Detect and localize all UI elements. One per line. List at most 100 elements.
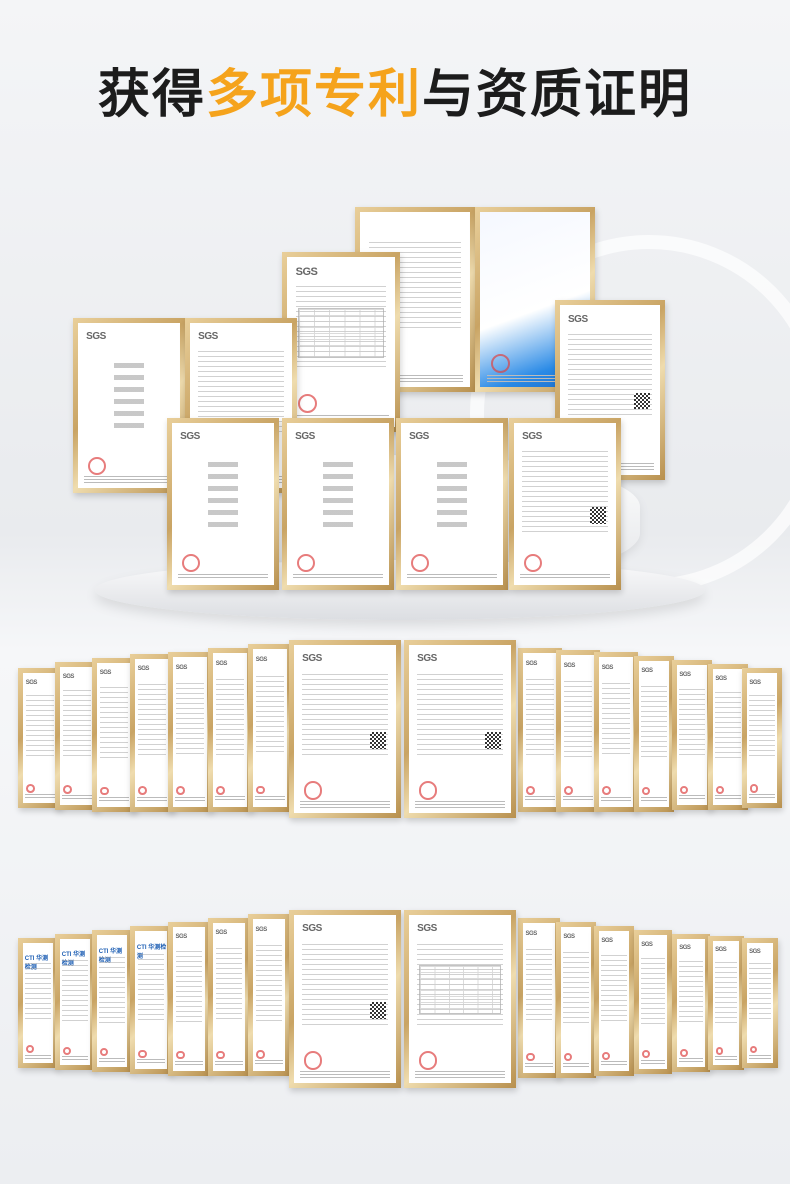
certificate-frame: SGS xyxy=(289,640,401,818)
footer-text xyxy=(600,1061,628,1067)
seal-stamp xyxy=(100,1048,109,1057)
seal-stamp xyxy=(182,553,201,573)
sgs-logo: SGS xyxy=(295,431,315,443)
certificate-frame: SGS xyxy=(634,656,674,812)
footer-text xyxy=(563,796,593,803)
text-lines xyxy=(215,679,245,757)
certificate-paper: SGS xyxy=(97,663,131,807)
qr-code xyxy=(369,1002,386,1019)
footer-text xyxy=(601,796,631,803)
certificate-paper: SGS xyxy=(294,645,396,813)
certificate-paper: CTI 华测检测 xyxy=(135,931,167,1069)
certificate-frame: SGS xyxy=(208,918,250,1076)
seal-stamp xyxy=(100,786,110,796)
text-lines xyxy=(679,960,703,1025)
certificate-paper: SGS xyxy=(213,923,245,1071)
certificate-paper: SGS xyxy=(253,649,287,807)
seal-stamp xyxy=(750,784,759,793)
certificate-paper: SGS xyxy=(747,943,773,1063)
sgs-logo: SGS xyxy=(302,653,322,665)
certificate-paper: SGS xyxy=(401,423,503,585)
footer-text xyxy=(99,796,129,803)
certificate-paper: SGS xyxy=(409,915,511,1083)
text-lines xyxy=(62,960,88,1024)
seal-stamp xyxy=(602,786,612,795)
sgs-logo: SGS xyxy=(175,664,188,671)
seal-stamp xyxy=(63,1046,72,1055)
certificate-frame: SGS xyxy=(168,652,212,812)
seal-stamp xyxy=(216,785,226,795)
certificate-frame: SGS xyxy=(556,922,596,1078)
seal-stamp xyxy=(679,1048,688,1057)
certificate-paper: SGS xyxy=(294,915,396,1083)
certificate-paper: SGS xyxy=(253,919,285,1071)
seal-stamp xyxy=(642,787,651,796)
footer-text xyxy=(407,573,497,581)
qr-code xyxy=(484,732,501,749)
certificate-paper: SGS xyxy=(523,653,557,807)
text-lines xyxy=(641,957,665,1025)
flow-chart xyxy=(113,362,145,429)
sgs-logo: SGS xyxy=(601,938,613,944)
sgs-logo: SGS xyxy=(86,331,106,343)
certificate-paper: SGS xyxy=(409,645,511,813)
seal-stamp xyxy=(176,786,186,795)
text-lines xyxy=(255,675,285,755)
footer-text xyxy=(415,1071,505,1078)
text-lines xyxy=(255,944,283,1021)
certificate-paper: SGS xyxy=(677,939,705,1067)
certificate-frame: SGS xyxy=(672,660,712,810)
sgs-logo: SGS xyxy=(563,662,576,669)
title-part-2: 与资质证明 xyxy=(422,65,693,125)
footer-text xyxy=(25,793,55,800)
sgs-logo: SGS xyxy=(563,934,575,941)
seal-stamp xyxy=(564,786,574,795)
sgs-logo: SGS xyxy=(255,656,268,663)
certificate-frame: SGS xyxy=(208,648,252,812)
sgs-logo: SGS xyxy=(715,947,727,954)
certificate-frame: SGS xyxy=(672,934,710,1072)
certificate-paper: SGS xyxy=(173,927,205,1071)
seal-stamp xyxy=(26,783,36,793)
sgs-logo: SGS xyxy=(679,945,691,952)
sgs-logo: SGS xyxy=(641,668,653,675)
certificate-frame: SGS xyxy=(282,418,394,590)
footer-text xyxy=(748,1054,772,1060)
certificate-paper: SGS xyxy=(60,667,94,805)
seal-stamp xyxy=(524,553,543,573)
footer-text xyxy=(300,1071,390,1078)
certificate-paper: SGS xyxy=(639,661,669,807)
seal-stamp xyxy=(26,1045,35,1054)
footer-text xyxy=(300,801,390,808)
certificate-paper: SGS xyxy=(599,657,633,807)
seal-stamp xyxy=(297,553,316,573)
page-title: 获得多项专利与资质证明 xyxy=(0,52,790,127)
text-lines xyxy=(137,684,167,759)
seal-stamp xyxy=(138,1049,147,1058)
footer-text xyxy=(84,476,174,484)
text-lines xyxy=(715,962,737,1025)
sgs-logo: SGS xyxy=(601,664,614,671)
sgs-logo: SGS xyxy=(749,679,761,686)
certificate-paper: SGS xyxy=(514,423,616,585)
flow-chart xyxy=(322,461,354,527)
sgs-logo: SGS xyxy=(417,923,437,935)
certificate-paper: SGS xyxy=(639,935,667,1069)
certificate-frame: SGS xyxy=(594,652,638,812)
certificate-frame: CTI 华测检测 xyxy=(92,930,132,1072)
sgs-logo: SGS xyxy=(137,666,150,673)
footer-text xyxy=(136,1059,166,1065)
seal-stamp xyxy=(419,781,438,800)
certificate-paper: SGS xyxy=(287,257,395,427)
sgs-logo: SGS xyxy=(198,331,218,343)
text-lines xyxy=(715,692,741,761)
certificate-paper: CTI 华测检测 xyxy=(23,943,53,1063)
seal-stamp xyxy=(419,1051,438,1070)
sgs-logo: SGS xyxy=(409,431,429,443)
sgs-logo: SGS xyxy=(641,941,653,948)
seal-stamp xyxy=(749,1045,758,1054)
title-part-1: 获得 xyxy=(97,65,206,125)
seal-stamp xyxy=(602,1051,611,1060)
seal-stamp xyxy=(304,781,323,800)
sgs-logo: SGS xyxy=(215,660,228,667)
